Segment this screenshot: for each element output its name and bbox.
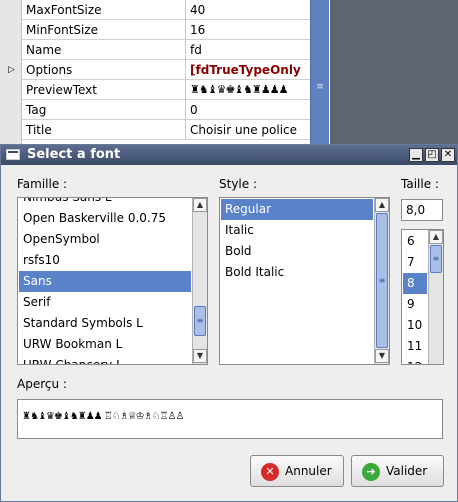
scroll-thumb[interactable]: ≡ bbox=[194, 306, 206, 336]
select-font-dialog: Select a font ▁ ◰ ✕ Famille : Nimbus San… bbox=[0, 144, 458, 502]
style-list[interactable]: Regular Italic Bold Bold Italic ▲ ≡ ▼ bbox=[219, 197, 390, 365]
property-name: Name bbox=[22, 40, 186, 60]
property-row-title[interactable]: Title Choisir une police bbox=[22, 120, 310, 140]
preview-box: ♜♞♝♛♚♝♞♜♟♟ ♖♘♗♕♔♗♘♖♙♙ bbox=[17, 399, 443, 439]
property-value[interactable]: 40 bbox=[186, 0, 310, 20]
family-item[interactable]: rsfs10 bbox=[19, 250, 191, 271]
family-list[interactable]: Nimbus Sans L Open Baskerville 0.0.75 Op… bbox=[17, 197, 208, 365]
property-row-previewtext[interactable]: PreviewText ♜♞♝♛♚♝♞♜♟♟♟ bbox=[22, 80, 310, 100]
close-button[interactable]: ✕ bbox=[441, 148, 455, 162]
property-value[interactable]: fd bbox=[186, 40, 310, 60]
property-row-maxfontsize[interactable]: MaxFontSize 40 bbox=[22, 0, 310, 20]
family-item-selected[interactable]: Sans bbox=[19, 271, 191, 292]
property-row-tag[interactable]: Tag 0 bbox=[22, 100, 310, 120]
family-item[interactable]: Open Baskerville 0.0.75 bbox=[19, 208, 191, 229]
property-value[interactable]: Choisir une police bbox=[186, 120, 310, 140]
cancel-icon: ✕ bbox=[261, 463, 279, 481]
cancel-button-label: Annuler bbox=[285, 464, 332, 478]
scroll-thumb[interactable]: ≡ bbox=[376, 213, 388, 348]
family-scrollbar[interactable]: ▲ ≡ ▼ bbox=[192, 198, 207, 364]
size-list[interactable]: 6 7 8 9 10 11 12 ▲ ≡ bbox=[401, 229, 444, 365]
size-input[interactable] bbox=[401, 199, 443, 221]
scroll-up-button[interactable]: ▲ bbox=[375, 198, 389, 212]
scroll-down-button[interactable]: ▼ bbox=[375, 349, 389, 363]
style-item[interactable]: Bold Italic bbox=[221, 262, 373, 283]
maximize-button[interactable]: ◰ bbox=[425, 148, 439, 162]
scrollbar-grip-icon: ≡ bbox=[316, 82, 324, 92]
property-row-minfontsize[interactable]: MinFontSize 16 bbox=[22, 20, 310, 40]
property-name: Title bbox=[22, 120, 186, 140]
property-name: PreviewText bbox=[22, 80, 186, 100]
property-value[interactable]: ♜♞♝♛♚♝♞♜♟♟♟ bbox=[186, 80, 310, 100]
scroll-up-button[interactable]: ▲ bbox=[429, 230, 443, 244]
family-label: Famille : bbox=[17, 177, 68, 191]
size-item-selected[interactable]: 8 bbox=[403, 273, 427, 294]
style-item[interactable]: Italic bbox=[221, 220, 373, 241]
property-name: MinFontSize bbox=[22, 20, 186, 40]
scrollbar-grip-icon: ≡ bbox=[432, 254, 440, 263]
family-item[interactable]: URW Chancery L bbox=[19, 355, 191, 364]
size-item[interactable]: 6 bbox=[403, 231, 427, 252]
style-item-selected[interactable]: Regular bbox=[221, 199, 373, 220]
property-row-options[interactable]: Options [fdTrueTypeOnly bbox=[22, 60, 310, 80]
dialog-title: Select a font bbox=[27, 147, 121, 162]
family-item[interactable]: Nimbus Sans L bbox=[19, 198, 191, 208]
property-name: MaxFontSize bbox=[22, 0, 186, 20]
size-scrollbar[interactable]: ▲ ≡ bbox=[428, 230, 443, 364]
property-row-name[interactable]: Name fd bbox=[22, 40, 310, 60]
size-label: Taille : bbox=[401, 177, 439, 191]
dialog-titlebar[interactable]: Select a font ▁ ◰ ✕ bbox=[1, 145, 457, 165]
size-item[interactable]: 12 bbox=[403, 357, 427, 364]
minimize-button[interactable]: ▁ bbox=[409, 148, 423, 162]
size-item[interactable]: 9 bbox=[403, 294, 427, 315]
property-value[interactable]: 0 bbox=[186, 100, 310, 120]
scrollbar-grip-icon: ≡ bbox=[196, 316, 204, 325]
style-item[interactable]: Bold bbox=[221, 241, 373, 262]
ok-arrow-icon: ➔ bbox=[362, 463, 380, 481]
size-item[interactable]: 7 bbox=[403, 252, 427, 273]
property-value[interactable]: 16 bbox=[186, 20, 310, 40]
size-item[interactable]: 10 bbox=[403, 315, 427, 336]
ok-button[interactable]: ➔ Valider bbox=[351, 455, 444, 487]
scroll-up-button[interactable]: ▲ bbox=[193, 198, 207, 212]
style-label: Style : bbox=[219, 177, 257, 191]
family-item[interactable]: Serif bbox=[19, 292, 191, 313]
preview-text: ♜♞♝♛♚♝♞♜♟♟ ♖♘♗♕♔♗♘♖♙♙ bbox=[22, 411, 184, 422]
scroll-thumb[interactable]: ≡ bbox=[430, 245, 442, 273]
preview-label: Aperçu : bbox=[17, 377, 67, 391]
family-item[interactable]: URW Bookman L bbox=[19, 334, 191, 355]
style-scrollbar[interactable]: ▲ ≡ ▼ bbox=[374, 198, 389, 364]
current-row-arrow-icon: ▷ bbox=[8, 65, 15, 75]
ok-button-label: Valider bbox=[386, 464, 428, 478]
object-inspector: ▷ MaxFontSize 40 MinFontSize 16 Name fd … bbox=[0, 0, 330, 144]
family-item[interactable]: Standard Symbols L bbox=[19, 313, 191, 334]
scroll-down-button[interactable]: ▼ bbox=[193, 349, 207, 363]
property-name: Options bbox=[22, 60, 186, 80]
scrollbar-grip-icon: ≡ bbox=[378, 276, 386, 285]
property-value[interactable]: [fdTrueTypeOnly bbox=[186, 60, 310, 80]
size-item[interactable]: 11 bbox=[403, 336, 427, 357]
inspector-scrollbar[interactable]: ≡ bbox=[310, 0, 329, 144]
family-item[interactable]: OpenSymbol bbox=[19, 229, 191, 250]
property-name: Tag bbox=[22, 100, 186, 120]
window-icon bbox=[6, 149, 20, 160]
cancel-button[interactable]: ✕ Annuler bbox=[250, 455, 344, 487]
